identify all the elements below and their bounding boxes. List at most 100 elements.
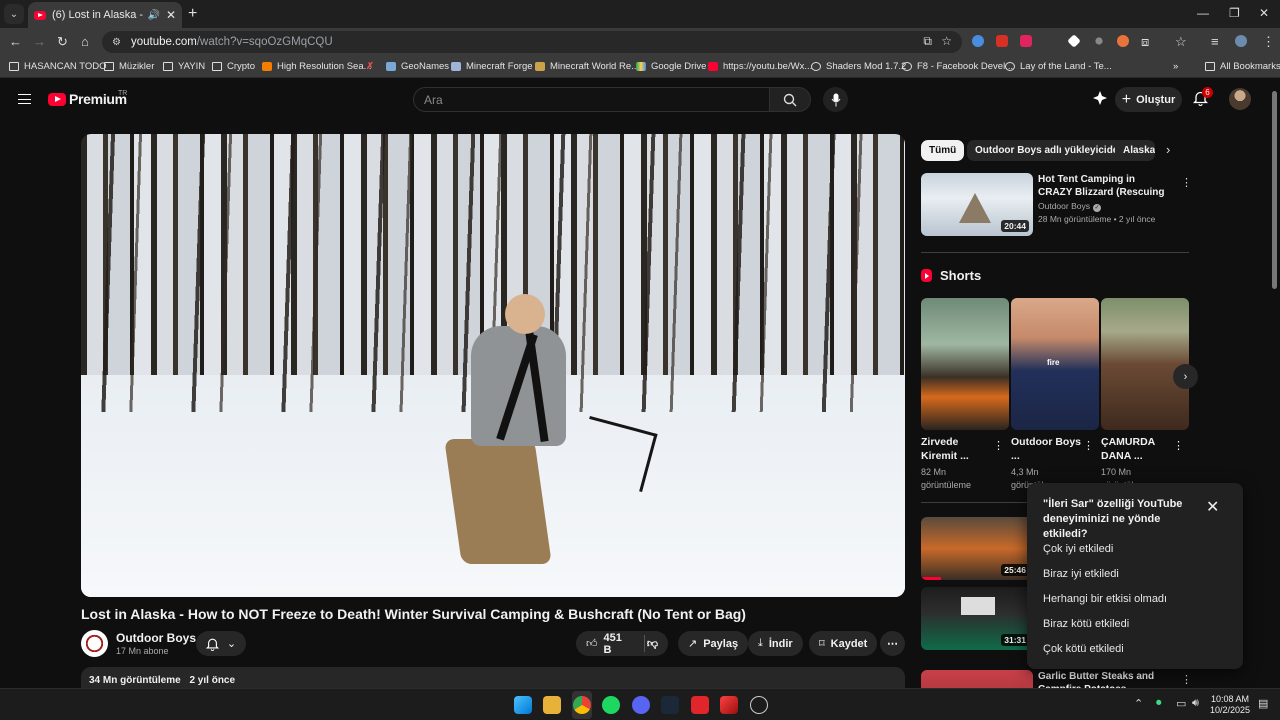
ask-sparkle-icon[interactable]: [1092, 90, 1108, 111]
thumbs-up-icon[interactable]: 👍︎: [586, 637, 598, 650]
voice-search-button[interactable]: [823, 87, 848, 112]
video-title[interactable]: Garlic Butter Steaks and Campfire Potato…: [1038, 670, 1168, 688]
bookmark-folder[interactable]: HASANCAN TODO: [9, 61, 107, 72]
short-title[interactable]: ÇAMURDA DANA ...: [1101, 435, 1171, 463]
notification-center-icon[interactable]: ▤: [1258, 697, 1268, 710]
recommended-video[interactable]: Garlic Butter Steaks and Campfire Potato…: [921, 670, 1192, 688]
chrome-icon[interactable]: [573, 696, 591, 714]
youtube-premium-logo[interactable]: Premium: [48, 91, 127, 107]
forward-button[interactable]: →: [33, 34, 46, 49]
more-vertical-icon[interactable]: ⋮: [1173, 439, 1184, 452]
search-input[interactable]: Ara: [413, 87, 770, 112]
like-count[interactable]: 451 B: [604, 632, 631, 656]
channel-avatar[interactable]: [81, 630, 108, 657]
page-scrollbar[interactable]: [1272, 91, 1277, 289]
system-clock[interactable]: 10:08 AM 10/2/2025: [1210, 694, 1250, 716]
active-tab[interactable]: (6) Lost in Alaska - How to NOT Freeze t…: [28, 2, 182, 28]
bookmark-folder[interactable]: YAYIN: [163, 61, 205, 72]
file-explorer-icon[interactable]: [543, 696, 561, 714]
recommended-video[interactable]: 20:44 Hot Tent Camping in CRAZY Blizzard…: [921, 173, 1192, 237]
more-vertical-icon[interactable]: ⋮: [1181, 673, 1192, 686]
new-tab-button[interactable]: +: [188, 5, 197, 23]
video-thumbnail[interactable]: 20:44: [921, 173, 1033, 236]
all-bookmarks-button[interactable]: All Bookmarks: [1205, 61, 1280, 72]
restore-button[interactable]: ❐: [1229, 6, 1240, 20]
tray-overflow-chevron-icon[interactable]: ⌃: [1134, 697, 1143, 710]
bookmark-link[interactable]: GeoNames: [386, 61, 449, 72]
bookmark-link[interactable]: Minecraft World Re...: [535, 61, 639, 72]
steam-icon[interactable]: [661, 696, 679, 714]
tab-search-button[interactable]: ⌄: [4, 4, 24, 24]
app-icon[interactable]: [691, 696, 709, 714]
calendar-extension-icon[interactable]: [996, 35, 1008, 47]
microphone-tray-icon[interactable]: ⏺: [1156, 697, 1162, 710]
search-button[interactable]: [769, 87, 811, 112]
bookmark-folder[interactable]: Müzikler: [104, 61, 154, 72]
short-title[interactable]: Outdoor Boys ...: [1011, 435, 1081, 463]
bookmark-folder[interactable]: Crypto: [212, 61, 255, 72]
media-controls-icon[interactable]: ≡: [1211, 34, 1219, 49]
create-button[interactable]: + Oluştur: [1115, 87, 1182, 112]
short-thumbnail[interactable]: [921, 298, 1009, 430]
home-button[interactable]: ⌂: [81, 34, 89, 49]
extension-icon[interactable]: [1020, 35, 1032, 47]
extension-icon[interactable]: [1095, 37, 1103, 45]
video-thumbnail[interactable]: [921, 670, 1033, 688]
more-actions-button[interactable]: ⋯: [880, 631, 905, 656]
windows-start-icon[interactable]: [514, 696, 532, 714]
more-vertical-icon[interactable]: ⋮: [1083, 439, 1094, 452]
profile-avatar[interactable]: [1235, 35, 1247, 47]
reload-button[interactable]: ↻: [57, 34, 68, 50]
survey-option[interactable]: Çok iyi etkiledi: [1043, 543, 1113, 555]
short-item[interactable]: ÇAMURDA DANA ... 170 Mn görüntüleme ⋮: [1101, 298, 1189, 492]
video-thumbnail[interactable]: 31:31: [921, 587, 1033, 650]
site-info-icon[interactable]: ⚙: [112, 37, 121, 48]
bookmarks-star-icon[interactable]: ☆: [1175, 34, 1187, 50]
chips-next-chevron-icon[interactable]: ›: [1166, 142, 1170, 157]
channel-name[interactable]: Outdoor Boys: [116, 631, 196, 645]
survey-option[interactable]: Biraz iyi etkiledi: [1043, 568, 1119, 580]
close-tab-icon[interactable]: ✕: [166, 8, 176, 22]
short-title[interactable]: Zirvede Kiremit ...: [921, 435, 991, 463]
thumbs-down-icon[interactable]: 👎︎: [647, 637, 658, 650]
survey-option[interactable]: Herhangi bir etkisi olmadı: [1043, 593, 1167, 605]
survey-option[interactable]: Biraz kötü etkiledi: [1043, 618, 1129, 630]
bookmark-link[interactable]: Shaders Mod 1.7.2: [811, 61, 906, 72]
address-bar[interactable]: ⚙ youtube.com/watch?v=sqoOzGMqCQU ☆ ⧉: [102, 31, 962, 53]
bookmark-star-icon[interactable]: ☆: [941, 34, 952, 48]
close-window-button[interactable]: ✕: [1259, 6, 1269, 20]
close-icon[interactable]: ✕: [1206, 497, 1219, 517]
back-button[interactable]: ←: [9, 34, 22, 49]
extension-icon[interactable]: [1117, 35, 1129, 47]
short-item[interactable]: Zirvede Kiremit ... 82 Mn görüntüleme ⋮: [921, 298, 1009, 492]
short-thumbnail[interactable]: [1101, 298, 1189, 430]
more-vertical-icon[interactable]: ⋮: [1181, 176, 1192, 189]
more-vertical-icon[interactable]: ⋮: [993, 439, 1004, 452]
chip-from-uploader[interactable]: Outdoor Boys adlı yükleyiciden: [967, 140, 1133, 161]
more-bookmarks-chevron-icon[interactable]: »: [1173, 61, 1178, 72]
minimize-button[interactable]: —: [1197, 6, 1209, 20]
chip-all[interactable]: Tümü: [921, 140, 965, 161]
bookmark-link[interactable]: Minecraft Forge: [451, 61, 533, 72]
chip-alaska[interactable]: Alaska: [1115, 140, 1155, 161]
network-icon[interactable]: ▭: [1176, 697, 1186, 710]
short-item[interactable]: fire Outdoor Boys ... 4,3 Mn görüntüleme…: [1011, 298, 1099, 492]
chrome-menu-icon[interactable]: ⋮: [1262, 34, 1275, 50]
download-button[interactable]: ⤓ İndir: [748, 631, 803, 656]
bookmark-link[interactable]: F8 - Facebook Devel...: [902, 61, 1013, 72]
discord-icon[interactable]: [632, 696, 650, 714]
volume-icon[interactable]: 🔊︎: [1192, 697, 1199, 710]
hamburger-menu-icon[interactable]: [18, 94, 31, 104]
app-icon[interactable]: [750, 696, 768, 714]
subscription-notifications-button[interactable]: ⌄: [196, 631, 246, 656]
speaker-icon[interactable]: 🔊: [147, 10, 159, 21]
app-icon[interactable]: [720, 696, 738, 714]
bookmark-link[interactable]: Google Drive: [636, 61, 706, 72]
survey-option[interactable]: Çok kötü etkiledi: [1043, 643, 1124, 655]
shorts-next-chevron-icon[interactable]: ›: [1173, 364, 1198, 389]
spotify-icon[interactable]: [602, 696, 620, 714]
share-button[interactable]: ↗ Paylaş: [678, 631, 749, 656]
short-thumbnail[interactable]: fire: [1011, 298, 1099, 430]
bookmark-link[interactable]: Lay of the Land - Te...: [1005, 61, 1112, 72]
cast-icon[interactable]: ⧉: [923, 34, 932, 49]
